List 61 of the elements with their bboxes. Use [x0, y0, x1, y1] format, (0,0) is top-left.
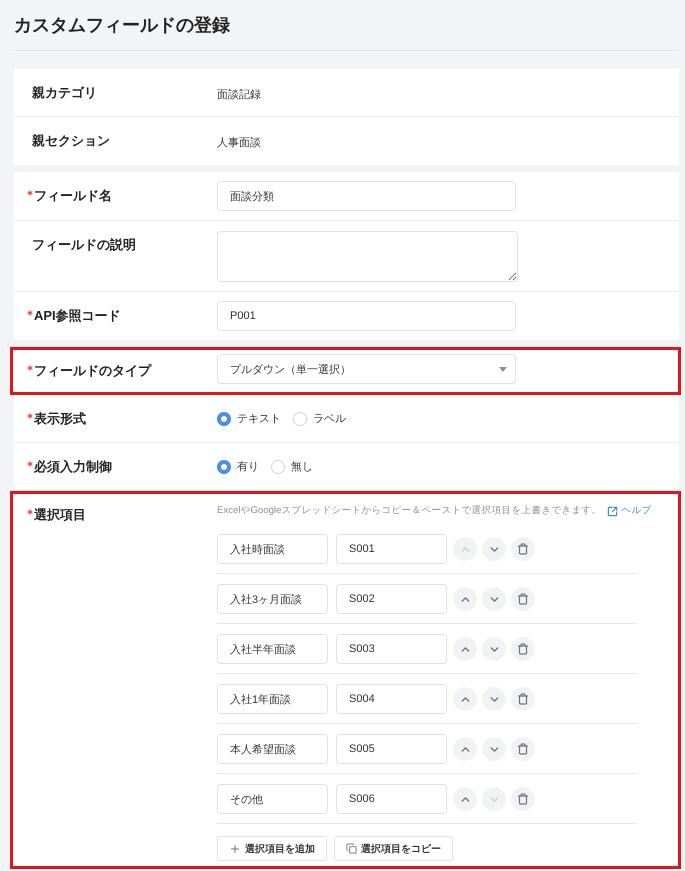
trash-icon: [517, 643, 529, 655]
move-down-button[interactable]: [482, 587, 506, 611]
option-label-input[interactable]: 入社半年面談: [217, 634, 328, 664]
field-label: フィールドの説明: [32, 236, 136, 254]
option-code-input[interactable]: S005: [336, 734, 447, 764]
external-link-icon: [607, 506, 618, 516]
field-label: 親セクション: [32, 132, 110, 150]
field-label: 表示形式: [34, 410, 86, 428]
move-up-button[interactable]: [453, 587, 477, 611]
radio-option[interactable]: 無し: [271, 459, 313, 475]
move-down-button[interactable]: [482, 537, 506, 561]
move-down-button[interactable]: [482, 687, 506, 711]
option-code-input[interactable]: S006: [336, 784, 447, 814]
field-label: 選択項目: [34, 506, 86, 524]
page-title: カスタムフィールドの登録: [14, 14, 230, 37]
move-up-button[interactable]: [453, 637, 477, 661]
field-label: API参照コード: [34, 307, 121, 325]
help-link[interactable]: ヘルプ: [607, 503, 652, 519]
field-label: 親カテゴリ: [32, 84, 97, 102]
delete-button[interactable]: [511, 537, 535, 561]
radio-option[interactable]: 有り: [217, 459, 259, 475]
copy-icon: [346, 843, 357, 854]
delete-button[interactable]: [511, 637, 535, 661]
move-up-button[interactable]: [453, 737, 477, 761]
radio-option[interactable]: テキスト: [217, 411, 281, 427]
move-down-button[interactable]: [482, 737, 506, 761]
option-label-input[interactable]: 入社3ヶ月面談: [217, 584, 328, 614]
text-input[interactable]: P001: [217, 301, 516, 331]
move-up-button[interactable]: [453, 787, 477, 811]
option-label-input[interactable]: その他: [217, 784, 328, 814]
caret-down-icon: [499, 366, 507, 372]
option-label-input[interactable]: 入社時面談: [217, 534, 328, 564]
field-label: フィールドのタイプ: [34, 362, 151, 380]
delete-button[interactable]: [511, 587, 535, 611]
option-code-input[interactable]: S002: [336, 584, 447, 614]
trash-icon: [517, 793, 529, 805]
move-down-button[interactable]: [482, 637, 506, 661]
move-up-button[interactable]: [453, 687, 477, 711]
option-label-input[interactable]: 入社1年面談: [217, 684, 328, 714]
delete-button[interactable]: [511, 737, 535, 761]
option-code-input[interactable]: S003: [336, 634, 447, 664]
delete-button[interactable]: [511, 787, 535, 811]
hint-text: ExcelやGoogleスプレッドシートからコピー＆ペーストで選択項目を上書きできます。: [217, 504, 602, 518]
add-option-button[interactable]: 選択項目を追加: [217, 836, 327, 861]
option-code-input[interactable]: S004: [336, 684, 447, 714]
trash-icon: [517, 543, 529, 555]
trash-icon: [517, 693, 529, 705]
copy-options-button[interactable]: 選択項目をコピー: [334, 836, 453, 861]
plus-icon: [229, 842, 241, 854]
field-value: 人事面談: [217, 137, 261, 149]
radio-option[interactable]: ラベル: [293, 411, 346, 427]
field-label: 必須入力制御: [34, 458, 112, 476]
delete-button[interactable]: [511, 687, 535, 711]
field-value: 面談記録: [217, 89, 261, 101]
trash-icon: [517, 743, 529, 755]
option-code-input[interactable]: S001: [336, 534, 447, 564]
text-input[interactable]: 面談分類: [217, 181, 516, 211]
type-select[interactable]: プルダウン（単一選択）: [217, 354, 516, 384]
trash-icon: [517, 593, 529, 605]
field-label: フィールド名: [34, 187, 112, 205]
option-label-input[interactable]: 本人希望面談: [217, 734, 328, 764]
